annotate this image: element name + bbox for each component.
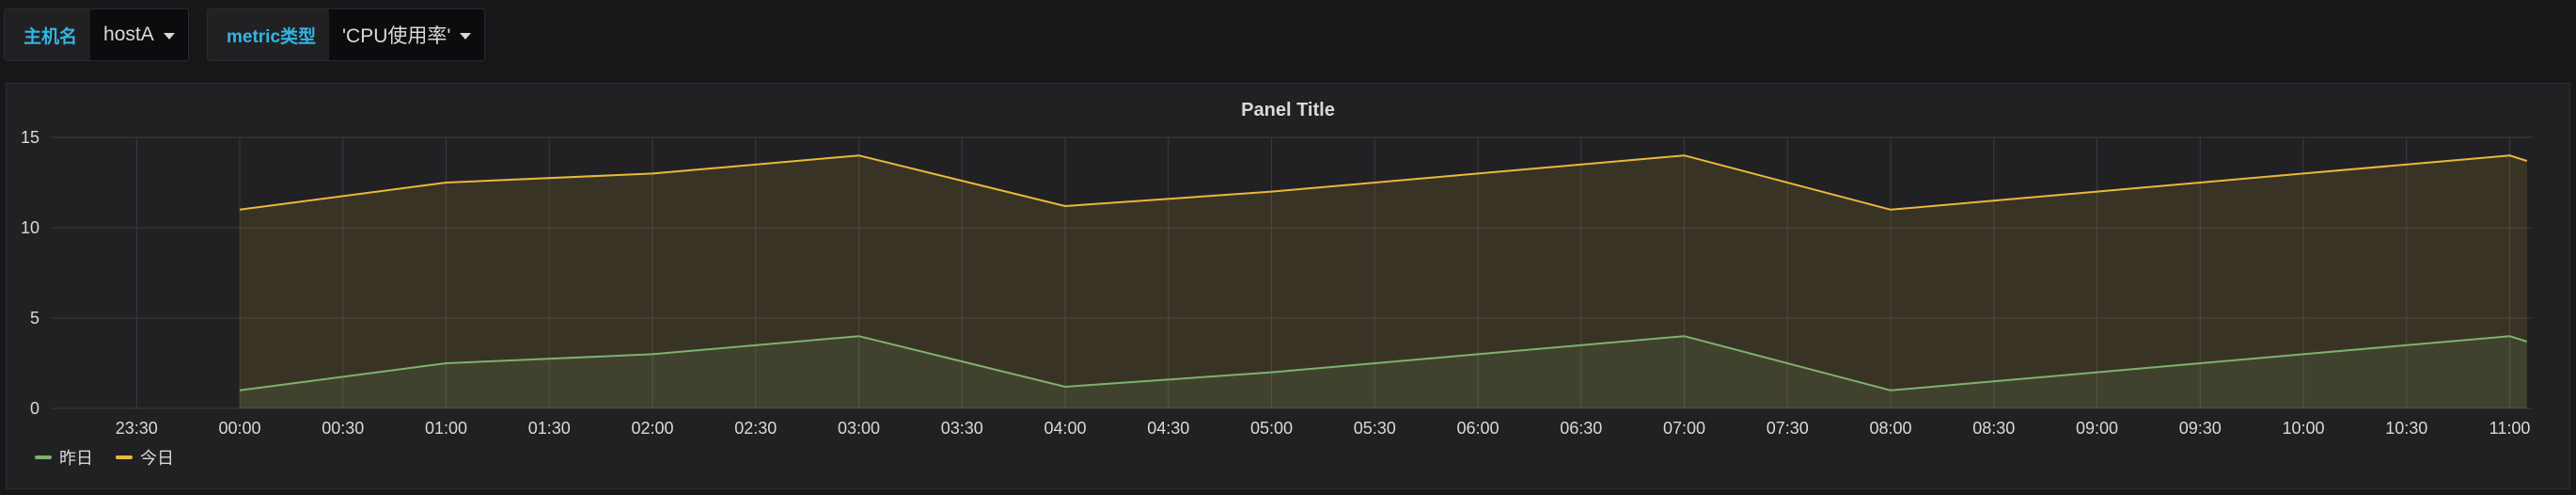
legend: 昨日 今日 [35,445,174,470]
x-tick-label: 03:00 [838,419,880,438]
x-tick-label: 00:00 [218,419,260,438]
y-tick-label: 5 [30,309,39,327]
legend-item-today[interactable]: 今日 [116,445,174,470]
chart: 0 5 10 15 23:30 00:00 00:30 01:00 01:30 02:00 02:3… [21,128,2533,438]
x-tick-label: 02:30 [734,419,777,438]
y-tick-label: 15 [21,128,39,147]
x-tick-label: 06:30 [1560,419,1602,438]
variable-metric-value: 'CPU使用率' [342,25,451,47]
x-tick-label: 23:30 [116,419,158,438]
legend-label: 今日 [140,449,174,468]
x-tick-label: 00:30 [322,419,364,438]
x-tick-label: 01:30 [528,419,571,438]
x-tick-label: 06:00 [1456,419,1499,438]
x-tick-label: 11:00 [2490,419,2531,438]
legend-swatch [35,455,52,459]
x-tick-label: 09:00 [2076,419,2118,438]
variable-metric-label: metric类型 [208,9,330,60]
caret-down-icon [460,32,472,40]
variable-metric-dropdown[interactable]: 'CPU使用率' [329,9,485,60]
legend-item-yesterday[interactable]: 昨日 [35,445,93,470]
x-tick-label: 03:30 [941,419,983,438]
legend-swatch [116,455,133,459]
variable-host-dropdown[interactable]: hostA [90,9,188,60]
x-tick-label: 10:30 [2385,419,2427,438]
x-tick-label: 08:30 [1972,419,2015,438]
x-tick-label: 07:30 [1767,419,1809,438]
y-tick-label: 0 [30,399,39,418]
x-tick-label: 02:00 [631,419,673,438]
x-tick-label: 08:00 [1869,419,1911,438]
caret-down-icon [163,32,175,40]
x-tick-label: 09:30 [2179,419,2222,438]
x-tick-label: 07:00 [1663,419,1705,438]
x-tick-label: 05:30 [1354,419,1396,438]
graph-panel: Panel Title 0 5 10 15 23:30 00:00 00:30 01:00 01… [6,83,2570,489]
variable-host: 主机名 hostA [4,8,189,61]
variable-metric: metric类型 'CPU使用率' [207,8,486,61]
variable-host-value: hostA [103,24,154,45]
x-tick-label: 04:00 [1044,419,1086,438]
legend-label: 昨日 [59,449,93,468]
x-tick-label: 01:00 [425,419,467,438]
x-tick-label: 10:00 [2282,419,2324,438]
y-tick-label: 10 [21,218,39,237]
variable-host-label: 主机名 [5,9,91,60]
dashboard: 主机名 hostA metric类型 'CPU使用率' Panel Title … [0,0,2576,495]
x-tick-label: 04:30 [1147,419,1189,438]
x-tick-label: 05:00 [1250,419,1293,438]
